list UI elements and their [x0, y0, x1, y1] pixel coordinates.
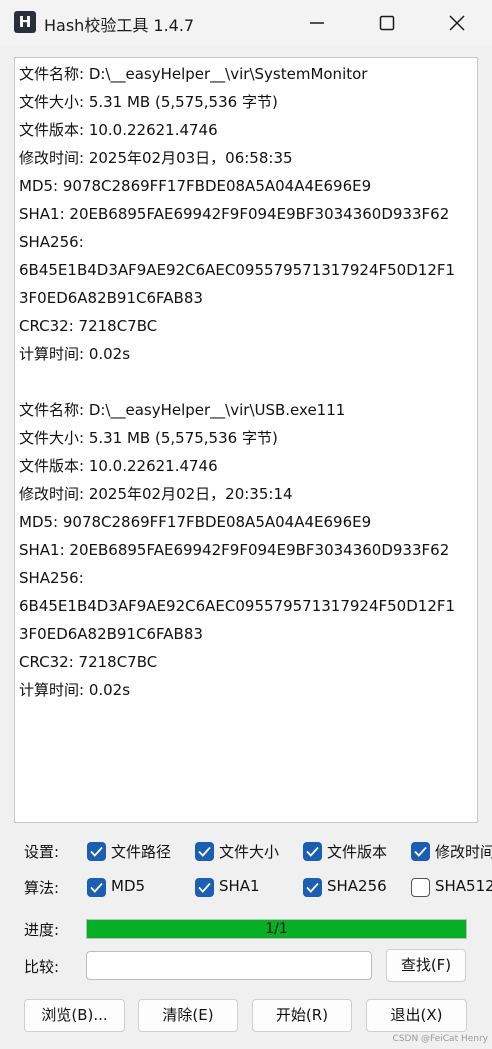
result-line: 3F0ED6A82B91C6FAB83 [19, 289, 203, 307]
checkbox-label: MD5 [111, 877, 146, 895]
settings-label: 设置: [24, 843, 60, 861]
checkmark-icon [414, 846, 427, 857]
result-line: MD5: 9078C2869FF17FBDE08A5A04A4E696E9 [19, 513, 372, 531]
title-bar: H Hash校验工具 1.4.7 [0, 0, 492, 46]
checkbox-sha256[interactable] [303, 878, 322, 897]
result-line: 文件大小: 5.31 MB (5,575,536 字节) [19, 429, 278, 447]
result-line: MD5: 9078C2869FF17FBDE08A5A04A4E696E9 [19, 177, 372, 195]
progress-bar: 1/1 [86, 919, 467, 939]
checkbox-label: SHA1 [219, 877, 260, 895]
checkmark-icon [90, 882, 103, 893]
checkbox-modified-time[interactable] [411, 842, 430, 861]
compare-label: 比较: [24, 958, 60, 976]
result-line: 修改时间: 2025年02月02日，20:35:14 [19, 485, 293, 503]
result-line: CRC32: 7218C7BC [19, 653, 158, 671]
checkbox-label: 修改时间 [435, 843, 492, 861]
result-line: SHA1: 20EB6895FAE69942F9F094E9BF3034360D… [19, 205, 450, 223]
result-line: SHA256: [19, 233, 84, 251]
app-logo-icon: H [14, 11, 36, 33]
close-button[interactable] [422, 0, 492, 46]
progress-text: 1/1 [265, 921, 288, 937]
checkbox-label: SHA256 [327, 877, 387, 895]
result-line: 文件名称: D:\__easyHelper__\vir\SystemMonito… [19, 65, 368, 83]
result-line: 计算时间: 0.02s [19, 681, 131, 699]
exit-button[interactable]: 退出(X) [366, 999, 467, 1032]
result-line: 文件版本: 10.0.22621.4746 [19, 121, 218, 139]
algorithm-label: 算法: [24, 879, 60, 897]
checkbox-file-version[interactable] [303, 842, 322, 861]
browse-button[interactable]: 浏览(B)... [24, 999, 125, 1032]
result-line: 计算时间: 0.02s [19, 345, 131, 363]
result-line: 6B45E1B4D3AF9AE92C6AEC095579571317924F50… [19, 261, 456, 279]
progress-label: 进度: [24, 921, 60, 939]
result-output-area[interactable]: 文件名称: D:\__easyHelper__\vir\SystemMonito… [14, 57, 478, 823]
checkbox-md5[interactable] [87, 878, 106, 897]
checkmark-icon [90, 846, 103, 857]
result-line: SHA256: [19, 569, 84, 587]
result-line: 修改时间: 2025年02月03日，06:58:35 [19, 149, 293, 167]
checkbox-label: 文件版本 [327, 843, 388, 861]
minimize-icon [310, 22, 324, 24]
checkbox-sha512[interactable] [411, 878, 430, 897]
checkbox-file-path[interactable] [87, 842, 106, 861]
checkbox-label: 文件路径 [111, 843, 172, 861]
checkbox-file-size[interactable] [195, 842, 214, 861]
result-line: 6B45E1B4D3AF9AE92C6AEC095579571317924F50… [19, 597, 456, 615]
minimize-button[interactable] [282, 0, 352, 46]
result-line: 3F0ED6A82B91C6FAB83 [19, 625, 203, 643]
checkmark-icon [306, 882, 319, 893]
checkmark-icon [198, 882, 211, 893]
find-button[interactable]: 查找(F) [386, 949, 466, 982]
maximize-icon [379, 15, 395, 31]
checkbox-sha1[interactable] [195, 878, 214, 897]
checkmark-icon [198, 846, 211, 857]
checkbox-label: 文件大小 [219, 843, 280, 861]
watermark: CSDN @FeiCat Henry [392, 1034, 488, 1044]
compare-input[interactable] [86, 951, 372, 980]
window-title: Hash校验工具 1.4.7 [44, 16, 195, 35]
result-line: 文件名称: D:\__easyHelper__\vir\USB.exe111 [19, 401, 346, 419]
close-icon [449, 15, 465, 31]
start-button[interactable]: 开始(R) [252, 999, 352, 1032]
clear-button[interactable]: 清除(E) [138, 999, 238, 1032]
result-line: SHA1: 20EB6895FAE69942F9F094E9BF3034360D… [19, 541, 450, 559]
checkbox-label: SHA512 [435, 877, 492, 895]
result-line: 文件大小: 5.31 MB (5,575,536 字节) [19, 93, 278, 111]
maximize-button[interactable] [352, 0, 422, 46]
result-line: CRC32: 7218C7BC [19, 317, 158, 335]
checkmark-icon [306, 846, 319, 857]
result-line: 文件版本: 10.0.22621.4746 [19, 457, 218, 475]
